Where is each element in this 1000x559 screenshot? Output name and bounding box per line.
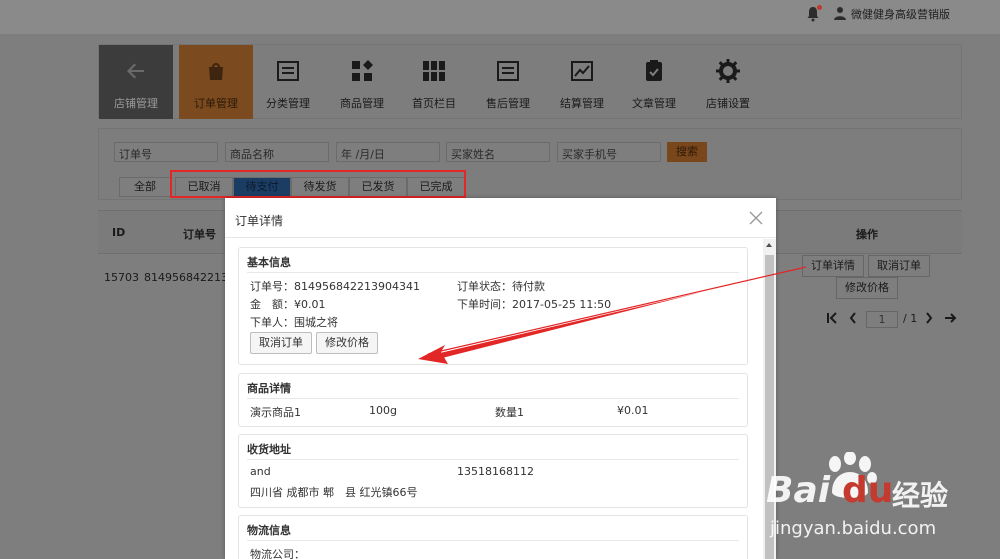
page-number-input[interactable]: 1 (866, 311, 898, 328)
buyer-name-input[interactable]: 买家姓名 (446, 142, 550, 162)
nav-after-sales[interactable]: 售后管理 (471, 45, 545, 119)
annotation-highlight-box (170, 170, 466, 198)
watermark-brand-du: du (842, 470, 894, 511)
shopping-bag-icon (204, 59, 228, 83)
divider (247, 398, 739, 399)
notification-dot (817, 5, 822, 10)
modal-modify-price-button[interactable]: 修改价格 (316, 332, 378, 354)
next-page-icon[interactable] (924, 311, 934, 329)
section-title: 物流信息 (247, 524, 291, 537)
user-icon (834, 6, 846, 20)
clipboard-icon (642, 59, 666, 83)
watermark-brand: Bai (766, 470, 831, 511)
column-order-no: 订单号 (183, 228, 216, 241)
modify-price-button[interactable]: 修改价格 (836, 277, 898, 299)
basic-info-section: 基本信息 订单号：814956842213904341 订单状态：待付款 金 额… (238, 247, 748, 365)
nav-label: 售后管理 (486, 97, 530, 110)
recipient-address: 四川省 成都市 郫 县 红光镇66号 (250, 486, 418, 499)
section-title: 收货地址 (247, 443, 291, 456)
nav-order-management[interactable]: 订单管理 (179, 45, 253, 119)
top-bar: 微健健身高级营销版 (0, 0, 1000, 34)
modal-title: 订单详情 (235, 214, 284, 228)
modal-cancel-order-button[interactable]: 取消订单 (250, 332, 312, 354)
last-page-icon[interactable] (944, 311, 958, 329)
column-id: ID (112, 226, 126, 239)
after-sales-icon (496, 59, 520, 83)
order-status: 订单状态：待付款 (457, 280, 545, 293)
recipient-phone: 13518168112 (457, 465, 534, 478)
section-title: 基本信息 (247, 256, 291, 269)
address-section: 收货地址 and 13518168112 四川省 成都市 郫 县 红光镇66号 (238, 434, 748, 508)
nav-store-settings[interactable]: 店铺设置 (691, 45, 765, 119)
nav-label: 结算管理 (560, 97, 604, 110)
product-name-input[interactable]: 商品名称 (225, 142, 329, 162)
watermark-brand-cn: 经验 (892, 479, 949, 512)
buyer-phone-input[interactable]: 买家手机号 (557, 142, 661, 162)
nav-label: 文章管理 (632, 97, 676, 110)
order-time: 下单时间：2017-05-25 11:50 (457, 298, 612, 311)
logistics-company: 物流公司： (250, 548, 305, 559)
category-icon (276, 59, 300, 83)
date-input[interactable]: 年 /月/日 (336, 142, 440, 162)
user-name[interactable]: 微健健身高级营销版 (851, 6, 950, 22)
modal-body: 基本信息 订单号：814956842213904341 订单状态：待付款 金 额… (225, 239, 763, 559)
scroll-up-icon[interactable] (766, 243, 772, 247)
prev-page-icon[interactable] (848, 311, 858, 329)
recipient-name: and (250, 465, 271, 478)
goods-spec: 100g (369, 404, 397, 417)
bell-icon[interactable] (806, 5, 822, 22)
goods-quantity: 数量1 (495, 406, 524, 419)
grid-icon (350, 59, 374, 83)
main-nav: 店铺管理 订单管理 分类管理 商品管理 首页栏目 售后管理 结算管理 文章管理 … (98, 44, 962, 119)
nav-homepage-columns[interactable]: 首页栏目 (397, 45, 471, 119)
columns-icon (422, 59, 446, 83)
logistics-section: 物流信息 物流公司： (238, 515, 748, 559)
modal-header: 订单详情 (225, 198, 776, 238)
divider (247, 272, 739, 273)
section-title: 商品详情 (247, 382, 291, 395)
goods-name: 演示商品1 (250, 406, 301, 419)
order-no-input[interactable]: 订单号 (114, 142, 218, 162)
nav-settlement[interactable]: 结算管理 (545, 45, 619, 119)
cancel-order-button[interactable]: 取消订单 (868, 255, 930, 277)
divider (247, 459, 739, 460)
page-total: / 1 (903, 312, 918, 325)
arrow-left-icon (124, 59, 148, 83)
watermark-url: jingyan.baidu.com (770, 518, 937, 539)
order-buyer: 下单人：围城之将 (250, 316, 338, 329)
order-detail-button[interactable]: 订单详情 (802, 255, 864, 277)
goods-section: 商品详情 演示商品1 100g 数量1 ¥0.01 (238, 373, 748, 427)
nav-label: 分类管理 (266, 97, 310, 110)
nav-label: 商品管理 (340, 97, 384, 110)
chart-icon (570, 59, 594, 83)
first-page-icon[interactable] (826, 311, 838, 329)
nav-product-management[interactable]: 商品管理 (325, 45, 399, 119)
column-actions: 操作 (856, 228, 878, 241)
nav-category-management[interactable]: 分类管理 (251, 45, 325, 119)
tab-all[interactable]: 全部 (119, 177, 171, 197)
nav-article-management[interactable]: 文章管理 (617, 45, 691, 119)
search-button[interactable]: 搜索 (667, 142, 707, 162)
close-icon[interactable] (749, 211, 763, 225)
gear-icon (716, 59, 740, 83)
order-detail-modal: 订单详情 基本信息 订单号：814956842213904341 订单状态：待付… (225, 198, 776, 559)
watermark: Bai du 经验 jingyan.baidu.com (760, 450, 1000, 559)
divider (247, 540, 739, 541)
goods-price: ¥0.01 (617, 404, 649, 417)
nav-store-management[interactable]: 店铺管理 (99, 45, 173, 119)
nav-label: 订单管理 (194, 97, 238, 110)
order-number: 订单号：814956842213904341 (250, 280, 420, 293)
row-id: 15703 (104, 271, 139, 284)
order-amount: 金 额：¥0.01 (250, 298, 326, 311)
nav-label: 店铺设置 (706, 97, 750, 110)
nav-label: 店铺管理 (114, 97, 158, 110)
nav-label: 首页栏目 (412, 97, 456, 110)
